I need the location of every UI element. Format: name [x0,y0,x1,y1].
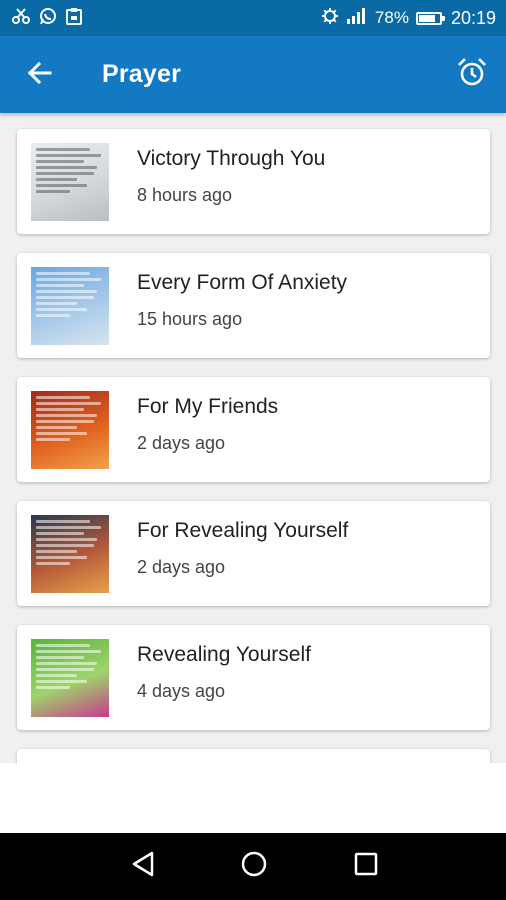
nav-home-button[interactable] [239,851,269,881]
blank-area [0,763,506,833]
nav-recents-button[interactable] [351,851,381,881]
square-recents-icon [353,851,379,882]
prayer-card-partial[interactable] [17,749,490,763]
prayer-title: For My Friends [137,395,279,418]
alarm-clock-icon [456,56,488,93]
clipboard-icon [66,7,82,30]
whatsapp-icon [39,7,57,30]
back-button[interactable] [22,60,56,90]
system-nav-bar [0,833,506,900]
triangle-back-icon [130,850,156,883]
prayer-timestamp: 15 hours ago [137,309,243,329]
page-title: Prayer [102,60,182,88]
prayer-card[interactable]: Victory Through You 8 hours ago [17,129,490,234]
status-bar: 78% 20:19 [0,0,506,36]
prayer-card[interactable]: For Revealing Yourself 2 days ago [17,501,490,606]
prayer-timestamp: 2 days ago [137,433,226,453]
prayer-title: For Revealing Yourself [137,519,349,542]
clock-time: 20:19 [450,7,496,28]
scissors-icon [12,7,30,29]
prayer-thumbnail [31,143,109,221]
nav-back-button[interactable] [128,851,158,881]
battery-percentage: 78% [374,8,409,27]
prayer-title: Every Form Of Anxiety [137,271,348,294]
arrow-left-icon [26,61,52,90]
prayer-thumbnail [31,391,109,469]
prayer-card[interactable]: Every Form Of Anxiety 15 hours ago [17,253,490,358]
status-right-icons: 78% 20:19 [321,7,496,30]
prayer-timestamp: 8 hours ago [137,185,233,205]
prayer-title: Revealing Yourself [137,643,311,666]
circle-home-icon [240,850,268,883]
prayer-card[interactable]: For My Friends 2 days ago [17,377,490,482]
app-bar: Prayer [0,36,506,113]
prayer-timestamp: 2 days ago [137,557,226,577]
status-left-icons [12,7,82,30]
gear-icon [321,7,339,30]
alarm-button[interactable] [454,56,490,92]
prayer-title: Victory Through You [137,147,326,170]
prayer-card[interactable]: Revealing Yourself 4 days ago [17,625,490,730]
signal-icon [346,7,368,30]
prayer-thumbnail [31,267,109,345]
prayer-thumbnail [31,515,109,593]
prayer-timestamp: 4 days ago [137,681,226,701]
battery-icon [415,11,445,25]
prayer-list: Victory Through You 8 hours ago Every Form… [0,113,506,763]
prayer-thumbnail [31,639,109,717]
